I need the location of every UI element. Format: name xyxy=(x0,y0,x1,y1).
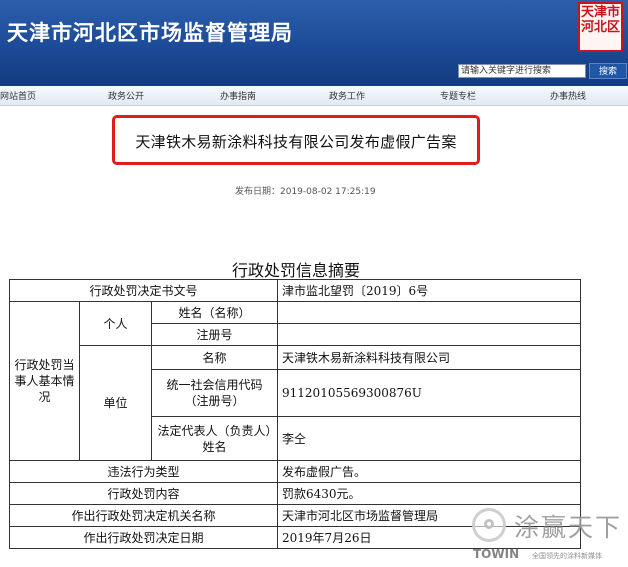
watermark-name: 涂赢天下 xyxy=(514,513,623,542)
watermark: 涂赢天下 TOWIN 全国领先的涂料新媒体 xyxy=(470,506,625,564)
nav-item-topics[interactable]: 专题专栏 xyxy=(440,89,476,102)
search-button[interactable]: 搜索 xyxy=(589,63,627,79)
site-header: 天津市河北区市场监督管理局 天津市河北区 请输入关键字进行搜索 搜索 xyxy=(0,0,628,86)
site-title: 天津市河北区市场监督管理局 xyxy=(7,21,293,45)
table-row: 行政处罚决定书文号 津市监北望罚〔2019〕6号 xyxy=(8,279,582,302)
legal-rep-value: 李仝 xyxy=(277,416,582,461)
credit-code-value: 91120105569300876U xyxy=(277,369,582,417)
legal-rep-label: 法定代表人（负责人）姓名 xyxy=(150,416,279,461)
date-label: 作出行政处罚决定日期 xyxy=(8,526,279,549)
name-label: 姓名（名称） xyxy=(150,301,279,324)
watermark-brand: TOWIN xyxy=(473,547,520,561)
penalty-content-value: 罚款6430元。 xyxy=(277,482,582,505)
reg-no-value xyxy=(277,323,582,346)
search-input[interactable]: 请输入关键字进行搜索 xyxy=(458,64,586,78)
nav-item-gov-work[interactable]: 政务工作 xyxy=(329,89,365,102)
unit-label: 单位 xyxy=(79,345,152,461)
main-nav: 网站首页 政务公开 办事指南 政务工作 专题专栏 办事热线 xyxy=(0,86,628,106)
violation-type-value: 发布虚假广告。 xyxy=(277,460,582,483)
unit-name-label: 名称 xyxy=(150,345,279,370)
unit-name-value: 天津铁木易新涂料科技有限公司 xyxy=(277,345,582,370)
summary-title: 行政处罚信息摘要 xyxy=(231,261,360,280)
doc-no-value: 津市监北望罚〔2019〕6号 xyxy=(277,279,582,302)
nav-item-gov-affairs[interactable]: 政务公开 xyxy=(108,89,144,102)
watermark-logo-icon xyxy=(472,508,506,542)
credit-code-label: 统一社会信用代码（注册号） xyxy=(150,369,279,417)
table-row: 行政处罚内容 罚款6430元。 xyxy=(8,482,582,505)
seal-text: 天津市河北区 xyxy=(580,5,620,35)
authority-label: 作出行政处罚决定机关名称 xyxy=(8,504,279,527)
nav-item-hotline[interactable]: 办事热线 xyxy=(550,89,586,102)
penalty-content-label: 行政处罚内容 xyxy=(8,482,279,505)
publish-date: 发布日期：2019-08-02 17:25:19 xyxy=(235,187,376,197)
nav-item-home[interactable]: 网站首页 xyxy=(0,89,36,102)
table-row: 单位 名称 天津铁木易新涂料科技有限公司 xyxy=(10,345,582,461)
party-label: 行政处罚当事人基本情况 xyxy=(9,301,80,461)
table-row: 违法行为类型 发布虚假广告。 xyxy=(8,460,582,483)
party-label-text: 行政处罚当事人基本情况 xyxy=(14,358,75,404)
emblem-seal-icon: 天津市河北区 xyxy=(578,2,623,52)
doc-no-label: 行政处罚决定书文号 xyxy=(8,279,279,302)
table-row: 行政处罚当事人基本情况 个人 姓名（名称） xyxy=(9,301,582,461)
watermark-slogan: 全国领先的涂料新媒体 xyxy=(532,552,602,560)
individual-label: 个人 xyxy=(79,301,152,346)
name-value xyxy=(277,301,582,324)
violation-type-label: 违法行为类型 xyxy=(8,460,279,483)
article-title-highlight: 天津铁木易新涂料科技有限公司发布虚假广告案 xyxy=(112,115,480,165)
reg-no-label: 注册号 xyxy=(150,323,279,346)
article-title: 天津铁木易新涂料科技有限公司发布虚假广告案 xyxy=(135,133,457,151)
nav-item-guide[interactable]: 办事指南 xyxy=(220,89,256,102)
